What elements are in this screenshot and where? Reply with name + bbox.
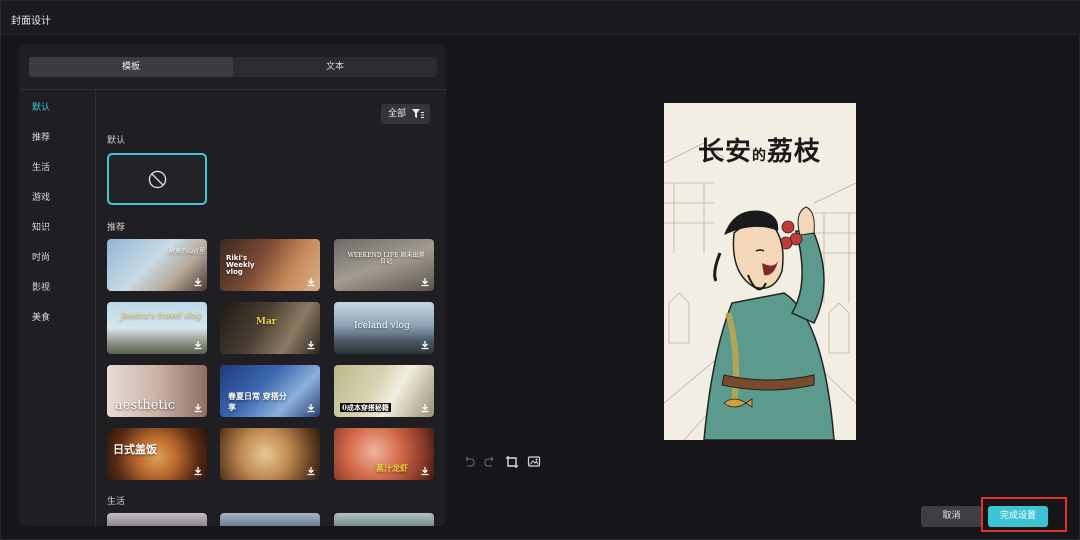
template-thumb[interactable]: 蒸汁龙虾 bbox=[334, 428, 434, 480]
download-icon[interactable] bbox=[420, 277, 430, 287]
template-caption: 醒来的山谷里 bbox=[169, 248, 206, 255]
download-icon[interactable] bbox=[306, 466, 316, 476]
section-life-label: 生活 bbox=[107, 497, 126, 507]
cancel-button[interactable]: 取消 bbox=[921, 506, 982, 527]
download-icon[interactable] bbox=[306, 403, 316, 413]
template-thumb[interactable]: Iceland vlog bbox=[334, 302, 434, 354]
cover-title: 长安的荔枝 bbox=[698, 131, 821, 168]
category-nav: 默认 推荐 生活 游戏 知识 时尚 影视 美食 bbox=[19, 90, 96, 526]
download-icon[interactable] bbox=[306, 340, 316, 350]
template-caption: Riki's Weekly vlog bbox=[226, 254, 255, 276]
download-icon[interactable] bbox=[193, 277, 203, 287]
section-recommend-label: 推荐 bbox=[107, 223, 126, 233]
template-thumb[interactable]: 日式盖饭 bbox=[107, 428, 207, 480]
category-life[interactable]: 生活 bbox=[32, 160, 50, 173]
template-thumb[interactable] bbox=[220, 428, 320, 480]
template-thumb[interactable] bbox=[107, 513, 207, 526]
download-icon[interactable] bbox=[420, 403, 430, 413]
template-thumb[interactable]: Mar Life bbox=[220, 302, 320, 354]
download-icon[interactable] bbox=[306, 277, 316, 287]
title-bar: 封面设计 bbox=[1, 1, 1080, 35]
tab-text[interactable]: 文本 bbox=[233, 57, 437, 77]
template-caption: aesthetic bbox=[115, 398, 176, 413]
undo-icon[interactable] bbox=[462, 455, 476, 469]
redo-icon[interactable] bbox=[483, 455, 497, 469]
category-film[interactable]: 影视 bbox=[32, 280, 50, 293]
template-caption: 0成本穿搭秘籍 bbox=[340, 403, 391, 412]
template-none[interactable] bbox=[107, 153, 207, 205]
cover-design-window: 封面设计 模板 文本 默认 推荐 生活 游戏 知识 时尚 影视 美食 全部 默认… bbox=[0, 0, 1080, 540]
filter-label: 全部 bbox=[388, 109, 407, 119]
cover-preview[interactable]: 长安的荔枝 bbox=[664, 103, 856, 440]
template-caption: 日式盖饭 bbox=[113, 443, 157, 456]
window-title: 封面设计 bbox=[11, 16, 51, 27]
tab-template[interactable]: 模板 bbox=[29, 57, 233, 77]
download-icon[interactable] bbox=[193, 466, 203, 476]
template-thumb[interactable] bbox=[220, 513, 320, 526]
template-caption: Jessica's travel vlog bbox=[121, 311, 201, 320]
category-game[interactable]: 游戏 bbox=[32, 190, 50, 203]
template-caption: 春夏日常 穿搭分享 bbox=[228, 391, 287, 412]
section-default-label: 默认 bbox=[107, 136, 126, 146]
template-panel: 模板 文本 默认 推荐 生活 游戏 知识 时尚 影视 美食 全部 默认 推荐 醒… bbox=[19, 44, 446, 526]
template-caption: 蒸汁龙虾 bbox=[376, 463, 408, 473]
template-thumb[interactable]: 醒来的山谷里 bbox=[107, 239, 207, 291]
none-icon bbox=[148, 170, 167, 189]
download-icon[interactable] bbox=[420, 340, 430, 350]
category-fashion[interactable]: 时尚 bbox=[32, 250, 50, 263]
category-default[interactable]: 默认 bbox=[32, 100, 50, 113]
category-knowledge[interactable]: 知识 bbox=[32, 220, 50, 233]
download-icon[interactable] bbox=[193, 403, 203, 413]
download-icon[interactable] bbox=[193, 340, 203, 350]
template-thumb[interactable]: WEEKEND LIFE 周末出游日记 bbox=[334, 239, 434, 291]
filter-icon bbox=[412, 109, 424, 118]
download-icon[interactable] bbox=[420, 466, 430, 476]
template-thumb[interactable]: Jessica's travel vlog bbox=[107, 302, 207, 354]
template-caption: Iceland vlog bbox=[354, 321, 410, 331]
category-food[interactable]: 美食 bbox=[32, 310, 50, 323]
cover-title-left: 长安 bbox=[698, 137, 753, 167]
template-thumb[interactable]: aesthetic bbox=[107, 365, 207, 417]
cover-title-right: 荔枝 bbox=[767, 137, 822, 167]
replace-image-icon[interactable] bbox=[527, 455, 541, 469]
cover-title-mid: 的 bbox=[752, 148, 768, 164]
template-caption: WEEKEND LIFE 周末出游日记 bbox=[347, 252, 425, 265]
template-thumb[interactable]: Riki's Weekly vlog bbox=[220, 239, 320, 291]
highlight-annotation bbox=[981, 497, 1067, 532]
filter-button[interactable]: 全部 bbox=[381, 104, 430, 124]
template-thumb[interactable] bbox=[334, 513, 434, 526]
crop-icon[interactable] bbox=[505, 455, 519, 469]
panel-tabs: 模板 文本 bbox=[29, 57, 437, 77]
template-thumb[interactable]: 春夏日常 穿搭分享 bbox=[220, 365, 320, 417]
category-recommend[interactable]: 推荐 bbox=[32, 130, 50, 143]
template-thumb[interactable]: 0成本穿搭秘籍 bbox=[334, 365, 434, 417]
template-caption: Mar Life bbox=[256, 317, 277, 327]
